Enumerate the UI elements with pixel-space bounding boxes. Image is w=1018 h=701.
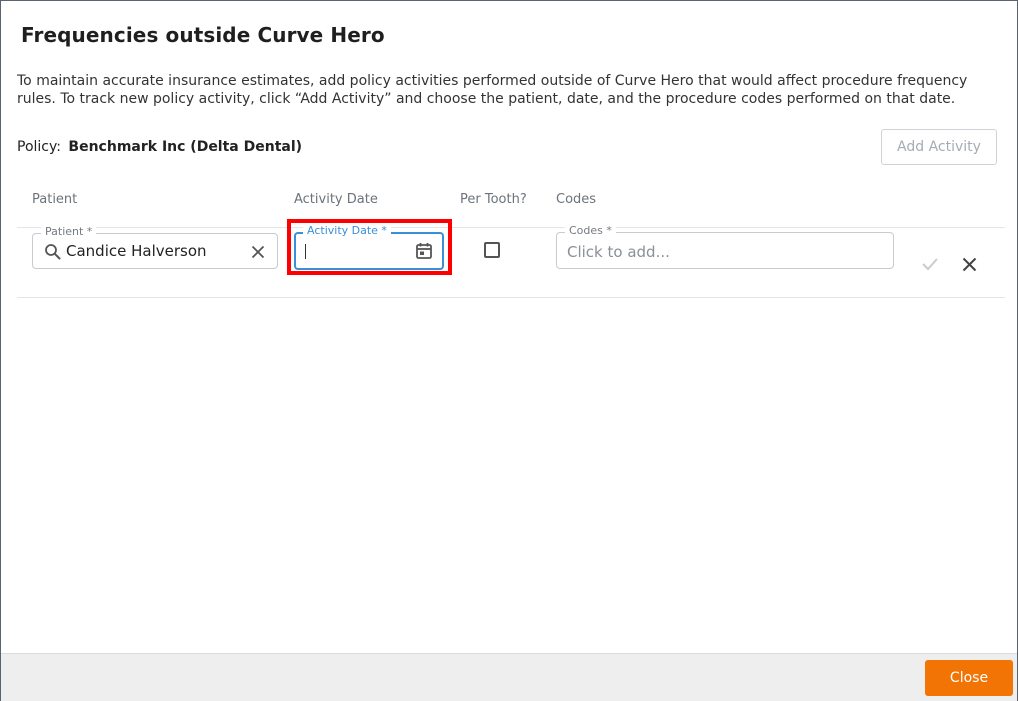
codes-field-label: Codes * [565, 224, 616, 238]
remove-row-icon[interactable] [962, 257, 977, 272]
patient-field-label: Patient * [41, 225, 97, 239]
per-tooth-checkbox[interactable] [484, 242, 500, 258]
patient-field[interactable]: Patient * Candice Halverson [32, 225, 278, 269]
policy-name: Benchmark Inc (Delta Dental) [68, 139, 303, 155]
close-button[interactable]: Close [925, 660, 1013, 696]
patient-value: Candice Halverson [66, 242, 207, 260]
dialog-title: Frequencies outside Curve Hero [21, 23, 385, 47]
check-icon[interactable] [921, 256, 939, 272]
column-header-activity-date: Activity Date [294, 192, 378, 207]
clear-patient-icon[interactable] [251, 245, 265, 259]
column-header-per-tooth: Per Tooth? [460, 192, 527, 207]
policy-info: Policy: Benchmark Inc (Delta Dental) [17, 139, 302, 155]
policy-label: Policy: [17, 139, 61, 155]
frequencies-dialog: Frequencies outside Curve Hero To mainta… [0, 0, 1018, 701]
header-divider [17, 227, 1005, 228]
codes-field[interactable]: Codes * Click to add... [556, 224, 894, 269]
codes-placeholder: Click to add... [567, 243, 670, 261]
column-header-codes: Codes [556, 192, 597, 207]
search-icon [45, 244, 61, 260]
activity-date-highlight [287, 219, 452, 275]
dialog-footer [1, 653, 1017, 701]
add-activity-button[interactable]: Add Activity [881, 129, 997, 165]
column-header-patient: Patient [32, 192, 78, 207]
dialog-description: To maintain accurate insurance estimates… [17, 73, 968, 107]
row-divider [17, 297, 1005, 298]
